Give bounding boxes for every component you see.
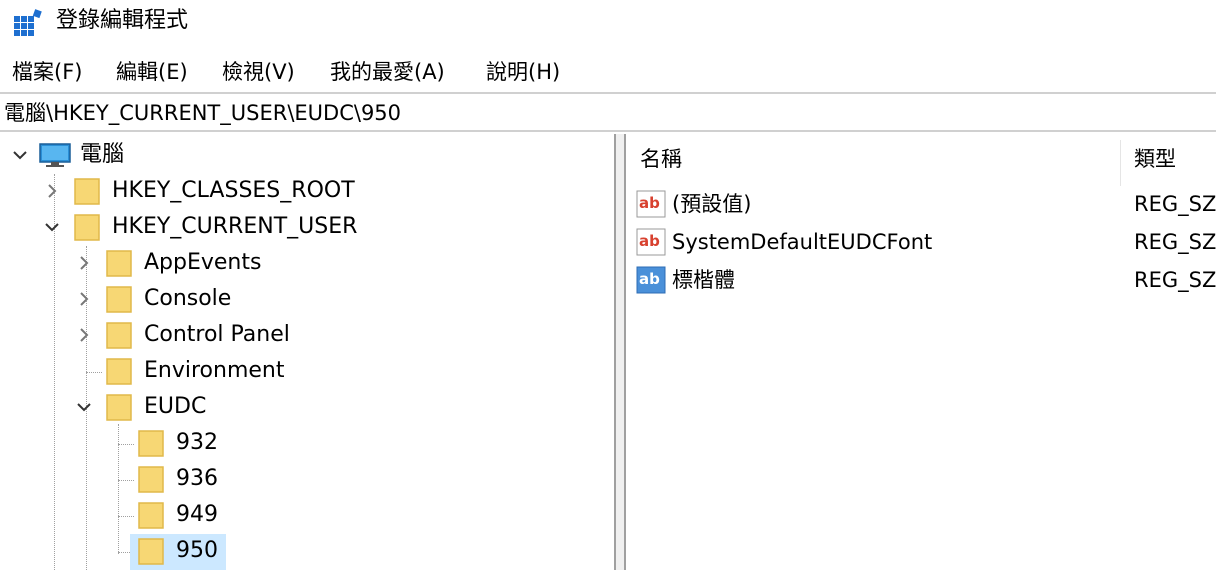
- column-header-name[interactable]: 名稱: [640, 144, 682, 174]
- value-type: REG_SZ: [1134, 268, 1216, 292]
- tree-node-932[interactable]: 932: [0, 426, 614, 460]
- tree-node-eudc[interactable]: EUDC: [0, 390, 614, 424]
- string-value-icon: ab: [636, 228, 666, 256]
- tree-label: 932: [176, 430, 218, 455]
- value-name: SystemDefaultEUDCFont: [672, 230, 933, 254]
- tree-node-console[interactable]: Console: [0, 282, 614, 316]
- value-name: 標楷體: [672, 268, 735, 292]
- title-bar: 登錄編輯程式: [0, 0, 1216, 44]
- tree-label: AppEvents: [144, 250, 262, 275]
- address-path[interactable]: 電腦\HKEY_CURRENT_USER\EUDC\950: [4, 98, 401, 128]
- value-row[interactable]: ab SystemDefaultEUDCFont REG_SZ: [626, 224, 1216, 260]
- tree-label: HKEY_CLASSES_ROOT: [112, 178, 355, 203]
- tree-label: Control Panel: [144, 322, 290, 347]
- chevron-right-icon[interactable]: [74, 289, 94, 309]
- menu-help[interactable]: 說明(H): [484, 58, 562, 86]
- folder-icon: [106, 394, 132, 421]
- chevron-down-icon[interactable]: [74, 397, 94, 417]
- tree-pane[interactable]: 電腦 HKEY_CLASSES_ROOT HKEY_CURRENT_USER A…: [0, 134, 614, 570]
- folder-icon: [138, 466, 164, 493]
- tree-node-950[interactable]: 950: [0, 534, 614, 568]
- tree-label: Console: [144, 286, 232, 311]
- folder-icon: [106, 286, 132, 313]
- svg-text:ab: ab: [639, 232, 660, 250]
- column-divider[interactable]: [1120, 140, 1121, 186]
- tree-node-949[interactable]: 949: [0, 498, 614, 532]
- tree-node-hkey-current-user[interactable]: HKEY_CURRENT_USER: [0, 210, 614, 244]
- string-value-selected-icon: ab: [636, 266, 666, 294]
- window-title: 登錄編輯程式: [56, 8, 189, 33]
- value-type: REG_SZ: [1134, 192, 1216, 216]
- tree-label: HKEY_CURRENT_USER: [112, 214, 358, 239]
- tree-node-control-panel[interactable]: Control Panel: [0, 318, 614, 352]
- tree-label: 電腦: [80, 142, 125, 167]
- menu-bar: 檔案(F) 編輯(E) 檢視(V) 我的最愛(A) 說明(H): [0, 54, 1216, 90]
- folder-icon: [106, 322, 132, 349]
- chevron-down-icon[interactable]: [42, 217, 62, 237]
- folder-icon: [138, 430, 164, 457]
- menu-file[interactable]: 檔案(F): [10, 58, 84, 86]
- value-type: REG_SZ: [1134, 230, 1216, 254]
- registry-editor-icon: [14, 9, 42, 36]
- menu-edit[interactable]: 編輯(E): [114, 58, 190, 86]
- tree-node-computer[interactable]: 電腦: [0, 138, 614, 172]
- tree-node-environment[interactable]: Environment: [0, 354, 614, 388]
- value-row[interactable]: ab (預設值) REG_SZ: [626, 186, 1216, 222]
- string-value-icon: ab: [636, 190, 666, 218]
- chevron-right-icon[interactable]: [74, 253, 94, 273]
- folder-icon: [74, 214, 100, 241]
- tree-node-936[interactable]: 936: [0, 462, 614, 496]
- tree-label: 936: [176, 466, 218, 491]
- svg-text:ab: ab: [639, 270, 660, 288]
- tree-label: 950: [176, 538, 218, 563]
- computer-icon: [39, 143, 71, 167]
- chevron-down-icon[interactable]: [10, 145, 30, 165]
- tree-label: 949: [176, 502, 218, 527]
- tree-node-hkey-classes-root[interactable]: HKEY_CLASSES_ROOT: [0, 174, 614, 208]
- column-header-type[interactable]: 類型: [1134, 144, 1176, 174]
- folder-icon: [74, 178, 100, 205]
- values-pane[interactable]: 名稱 類型 ab (預設值) REG_SZ ab SystemDefaultEU…: [626, 134, 1216, 570]
- value-row[interactable]: ab 標楷體 REG_SZ: [626, 262, 1216, 298]
- folder-icon: [138, 538, 164, 565]
- menu-favorites[interactable]: 我的最愛(A): [328, 58, 447, 86]
- chevron-right-icon[interactable]: [74, 325, 94, 345]
- address-bar[interactable]: 電腦\HKEY_CURRENT_USER\EUDC\950: [0, 92, 1216, 132]
- tree-label: Environment: [144, 358, 285, 383]
- folder-icon: [138, 502, 164, 529]
- svg-text:ab: ab: [639, 194, 660, 212]
- menu-view[interactable]: 檢視(V): [220, 58, 297, 86]
- tree-node-appevents[interactable]: AppEvents: [0, 246, 614, 280]
- tree-label: EUDC: [144, 394, 207, 419]
- chevron-right-icon[interactable]: [42, 181, 62, 201]
- value-name: (預設值): [672, 192, 752, 216]
- pane-splitter[interactable]: [614, 134, 626, 570]
- folder-icon: [106, 358, 132, 385]
- folder-icon: [106, 250, 132, 277]
